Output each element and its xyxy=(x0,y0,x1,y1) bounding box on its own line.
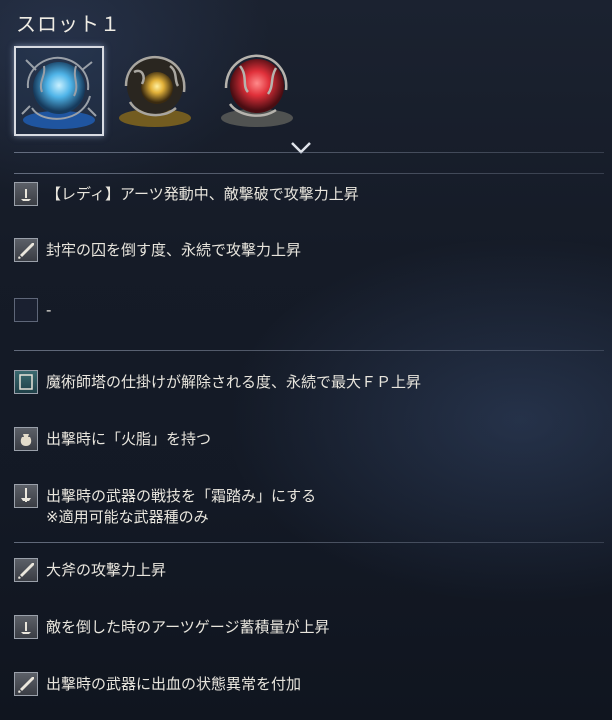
red-relic-icon xyxy=(221,54,293,127)
effect-text: 魔術師塔の仕掛けが解除される度、永続で最大ＦＰ上昇 xyxy=(46,373,422,391)
effect-row[interactable]: 敵を倒した時のアーツゲージ蓄積量が上昇 xyxy=(14,615,604,641)
divider xyxy=(14,542,604,543)
sword-icon xyxy=(14,672,38,696)
relic-slot-yellow[interactable] xyxy=(112,46,198,132)
effect-row[interactable]: 出撃時の武器の戦技を「霜踏み」にする ※適用可能な武器種のみ xyxy=(14,484,604,532)
effect-text: - xyxy=(46,301,52,319)
sword-icon xyxy=(14,558,38,582)
divider xyxy=(14,350,604,351)
pouch-icon xyxy=(14,427,38,451)
sword-icon xyxy=(14,238,38,262)
relic-slot-blue[interactable] xyxy=(14,46,104,136)
slot-title: スロット１ xyxy=(16,12,121,36)
effect-text: 敵を倒した時のアーツゲージ蓄積量が上昇 xyxy=(46,618,330,636)
effect-row[interactable]: 出撃時の武器に出血の状態異常を付加 xyxy=(14,672,604,698)
effect-row[interactable]: 魔術師塔の仕掛けが解除される度、永続で最大ＦＰ上昇 xyxy=(14,370,604,396)
effect-note: ※適用可能な武器種のみ xyxy=(46,508,209,526)
blue-relic-icon xyxy=(21,56,97,129)
divider xyxy=(14,173,604,174)
effect-row[interactable]: 出撃時に「火脂」を持つ xyxy=(14,427,604,453)
relic-slot-red[interactable] xyxy=(214,46,300,132)
effect-row[interactable]: 大斧の攻撃力上昇 xyxy=(14,558,604,584)
arts-icon xyxy=(14,182,38,206)
effect-row[interactable]: - xyxy=(14,298,604,324)
effect-row[interactable]: 封牢の囚を倒す度、永続で攻撃力上昇 xyxy=(14,238,604,264)
arts-icon xyxy=(14,615,38,639)
effect-text: 封牢の囚を倒す度、永続で攻撃力上昇 xyxy=(46,241,302,259)
book-icon xyxy=(14,370,38,394)
effect-row[interactable]: 【レディ】アーツ発動中、敵撃破で攻撃力上昇 xyxy=(14,182,604,208)
effect-text: 出撃時の武器に出血の状態異常を付加 xyxy=(46,675,302,693)
effect-text: 出撃時の武器の戦技を「霜踏み」にする xyxy=(46,487,317,505)
yellow-relic-icon xyxy=(119,55,191,127)
effect-text: 出撃時に「火脂」を持つ xyxy=(46,430,212,448)
skill-icon xyxy=(14,484,38,508)
effect-text: 【レディ】アーツ発動中、敵撃破で攻撃力上昇 xyxy=(46,185,359,203)
empty-icon xyxy=(14,298,38,322)
effect-text: 大斧の攻撃力上昇 xyxy=(46,561,167,579)
divider xyxy=(14,152,604,153)
